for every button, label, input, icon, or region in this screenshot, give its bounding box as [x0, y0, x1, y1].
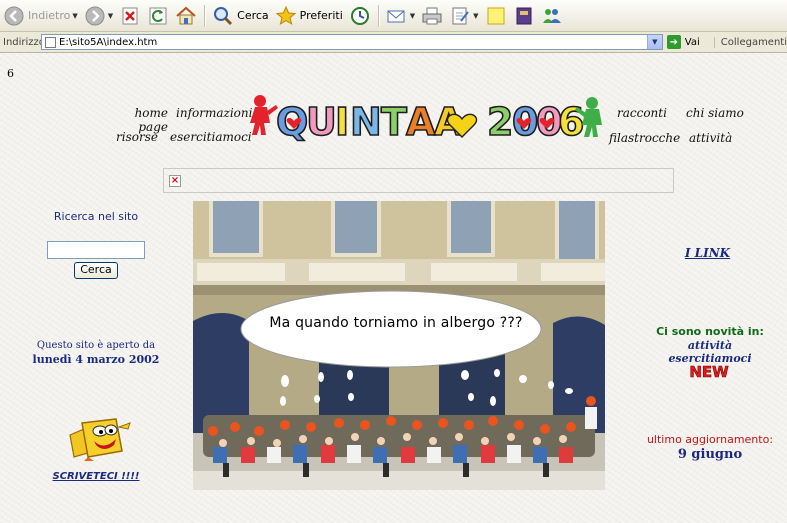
- go-button[interactable]: ➔ Vai: [666, 35, 700, 49]
- nav-esercitiamoci[interactable]: esercitiamoci: [170, 130, 252, 144]
- mascot-mail-icon[interactable]: [64, 413, 134, 463]
- toolbar-separator: [204, 4, 206, 27]
- class-photo: [193, 201, 605, 490]
- back-arrow-icon: [3, 5, 25, 27]
- page-icon: [45, 36, 56, 48]
- nav-attivita[interactable]: attività: [689, 131, 732, 145]
- site-open-since-label: Questo sito è aperto da: [36, 340, 156, 351]
- back-button[interactable]: Indietro ▼: [0, 3, 81, 29]
- magnifier-icon: [212, 5, 234, 27]
- svg-text:U: U: [306, 100, 337, 144]
- nav-racconti[interactable]: racconti: [617, 106, 667, 120]
- mail-icon: [386, 5, 408, 27]
- last-update-date: 9 giugno: [677, 447, 743, 462]
- svg-text:2: 2: [487, 100, 513, 144]
- print-button[interactable]: [418, 3, 446, 29]
- research-book-icon: [513, 5, 535, 27]
- back-label: Indietro: [28, 9, 71, 22]
- nav-chi-siamo[interactable]: chi siamo: [686, 106, 744, 120]
- svg-text:T: T: [381, 100, 407, 144]
- forward-arrow-icon: [84, 5, 106, 27]
- broken-image-icon: ×: [169, 175, 181, 187]
- star-icon: [275, 5, 297, 27]
- site-search-button[interactable]: Cerca: [74, 262, 118, 279]
- research-button[interactable]: [510, 3, 538, 29]
- edit-button[interactable]: ▼: [446, 3, 481, 29]
- photo-speech-bubble-text: Ma quando torniamo in albergo ???: [269, 315, 523, 331]
- stop-icon: [119, 5, 141, 27]
- svg-text:I: I: [335, 100, 349, 144]
- toolbar-separator: [377, 4, 379, 27]
- stop-button[interactable]: [116, 3, 144, 29]
- browser-toolbar: Indietro ▼ ▼ Cerca Preferiti ▼ ▼: [0, 0, 787, 32]
- refresh-icon: [147, 5, 169, 27]
- links-page-link[interactable]: I LINK: [650, 246, 765, 260]
- svg-text:N: N: [350, 100, 382, 144]
- address-bar: Indirizzo E:\sito5A\index.htm ▼ ➔ Vai Co…: [0, 32, 787, 53]
- new-badge-text: NEW: [689, 363, 729, 381]
- edit-dropdown-icon[interactable]: ▼: [473, 12, 478, 20]
- go-arrow-icon: ➔: [666, 35, 681, 49]
- discuss-button[interactable]: [482, 3, 510, 29]
- history-button[interactable]: [346, 3, 374, 29]
- note-icon: [485, 5, 507, 27]
- favorites-button[interactable]: Preferiti: [272, 3, 346, 29]
- home-icon: [175, 5, 197, 27]
- address-dropdown-icon[interactable]: ▼: [646, 35, 662, 49]
- news-item-attivita[interactable]: attività: [640, 339, 780, 352]
- news-title: Ci sono novità in:: [656, 325, 764, 338]
- edit-page-icon: [449, 5, 471, 27]
- nav-informazioni[interactable]: informazioni: [176, 106, 252, 120]
- refresh-button[interactable]: [144, 3, 172, 29]
- site-search-input[interactable]: [47, 241, 145, 259]
- mail-dropdown-icon[interactable]: ▼: [410, 12, 415, 20]
- svg-text:6: 6: [558, 100, 584, 144]
- site-open-since-date: lunedì 4 marzo 2002: [32, 353, 160, 366]
- back-dropdown-icon[interactable]: ▼: [72, 12, 77, 20]
- forward-dropdown-icon[interactable]: ▼: [108, 12, 113, 20]
- messenger-button[interactable]: [538, 3, 566, 29]
- forward-button[interactable]: ▼: [81, 3, 116, 29]
- broken-image-placeholder: ×: [163, 168, 674, 193]
- svg-text:A: A: [406, 100, 436, 144]
- address-url: E:\sito5A\index.htm: [59, 36, 158, 48]
- visit-counter: 6: [7, 67, 14, 80]
- search-title: Ricerca nel sito: [53, 210, 139, 223]
- search-toolbar-button[interactable]: Cerca: [209, 3, 272, 29]
- nav-filastrocche[interactable]: filastrocche: [609, 131, 680, 145]
- write-to-us-link[interactable]: SCRIVETECI !!!!: [20, 471, 172, 482]
- site-banner-logo: Q U I N T A A 2 0 0 6: [250, 93, 604, 149]
- favorites-label: Preferiti: [299, 9, 343, 22]
- mail-button[interactable]: ▼: [383, 3, 418, 29]
- haring-figure-red: [250, 95, 278, 135]
- search-toolbar-label: Cerca: [237, 9, 269, 22]
- messenger-icon: [541, 5, 563, 27]
- printer-icon: [421, 5, 443, 27]
- go-label: Vai: [684, 36, 700, 48]
- address-label: Indirizzo: [3, 36, 45, 48]
- nav-risorse[interactable]: risorse: [110, 130, 158, 144]
- last-update-label: ultimo aggiornamento:: [646, 433, 774, 446]
- home-button[interactable]: [172, 3, 200, 29]
- address-input[interactable]: E:\sito5A\index.htm ▼: [41, 34, 663, 50]
- links-toolbar-label[interactable]: Collegamenti: [713, 36, 787, 48]
- new-badge: NEW: [689, 363, 729, 382]
- page-content: 6 home page informazioni risorse esercit…: [0, 53, 787, 523]
- history-icon: [349, 5, 371, 27]
